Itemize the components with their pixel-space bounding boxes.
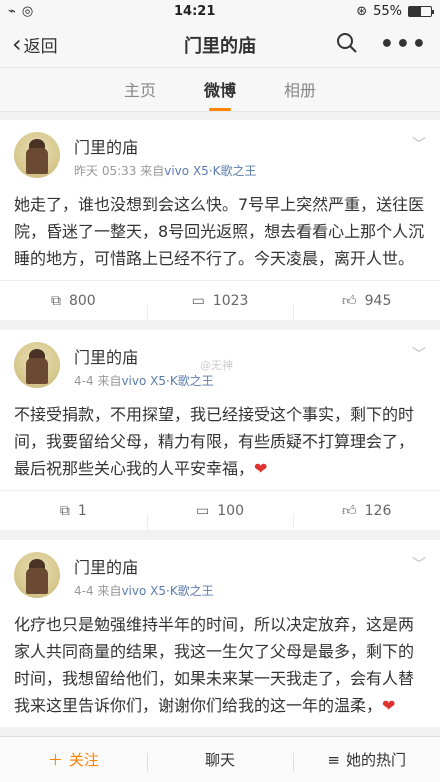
author-name[interactable]: 门里的庙 <box>74 344 426 368</box>
author-name[interactable]: 门里的庙 <box>74 134 426 158</box>
chat-button[interactable]: 聊天 <box>146 749 294 771</box>
source-prefix: 来自 <box>97 584 122 598</box>
tab-album[interactable]: 相册 <box>284 77 316 111</box>
back-label: 返回 <box>23 37 58 57</box>
comment-button[interactable]: ▭ 100 <box>146 502 294 531</box>
post-card[interactable]: 门里的庙 昨天 05:33 来自vivo X5·K歌之王 ﹀ 她走了，谁也没想到… <box>0 120 440 321</box>
post-text-content: 不接受捐款，不用探望，我已经接受这个事实，剩下的时间，我要留给父母，精力有限，有… <box>14 405 415 478</box>
search-icon[interactable] <box>336 32 358 58</box>
hot-label: 她的热门 <box>345 751 406 769</box>
wifi-icon: ◎ <box>21 3 34 19</box>
feed: 门里的庙 昨天 05:33 来自vivo X5·K歌之王 ﹀ 她走了，谁也没想到… <box>0 112 440 727</box>
post-info: 4-4 来自vivo X5·K歌之王 <box>74 582 426 599</box>
post-text-content: 她走了，谁也没想到会这么快。7号早上突然严重，送往医院，昏迷了一整天，8号回光返… <box>14 195 425 268</box>
back-button[interactable]: ‹ 返回 <box>12 29 58 58</box>
like-count: 945 <box>364 292 392 309</box>
follow-label: 关注 <box>68 751 99 769</box>
comment-icon: ▭ <box>191 292 205 309</box>
post-source[interactable]: vivo X5·K歌之王 <box>164 164 256 178</box>
comment-button[interactable]: ▭ 1023 <box>146 292 294 321</box>
source-prefix: 来自 <box>97 374 122 388</box>
avatar[interactable] <box>14 552 60 598</box>
post-source[interactable]: vivo X5·K歌之王 <box>121 584 213 598</box>
post-time: 4-4 <box>74 374 94 388</box>
like-count: 126 <box>364 502 392 519</box>
post-text: 化疗也只是勉强维持半年的时间，所以决定放弃，这是两家人共同商量的结果，我这一生欠… <box>0 599 440 727</box>
watermark: @无神 <box>200 359 233 372</box>
post-text: 不接受捐款，不用探望，我已经接受这个事实，剩下的时间，我要留给父母，精力有限，有… <box>0 389 440 490</box>
post-time: 昨天 05:33 <box>74 164 137 178</box>
post-actions: ⧉ 1 ▭ 100 👍︎ 126 <box>0 490 440 531</box>
like-button[interactable]: 👍︎ 945 <box>293 292 440 320</box>
comment-count: 100 <box>217 502 244 519</box>
signal-icon: ⌁ <box>8 3 16 19</box>
battery-percent: 55% <box>373 3 402 19</box>
profile-tabs: 主页 微博 相册 <box>0 68 440 112</box>
post-info: 4-4 来自vivo X5·K歌之王 <box>74 372 426 389</box>
comment-icon: ▭ <box>196 502 210 519</box>
tab-home[interactable]: 主页 <box>124 77 156 111</box>
source-prefix: 来自 <box>140 164 165 178</box>
repost-button[interactable]: ⧉ 1 <box>0 503 147 519</box>
bottom-bar: ＋ 关注 聊天 ≡ 她的热门 <box>0 736 440 782</box>
chevron-left-icon: ‹ <box>12 29 22 58</box>
chevron-down-icon[interactable]: ﹀ <box>412 344 426 364</box>
repost-count: 800 <box>68 292 96 309</box>
chevron-down-icon[interactable]: ﹀ <box>412 554 426 574</box>
like-button[interactable]: 👍︎ 126 <box>293 502 440 530</box>
post-text-content: 化疗也只是勉强维持半年的时间，所以决定放弃，这是两家人共同商量的结果，我这一生欠… <box>14 615 415 715</box>
thumbs-up-icon: 👍︎ <box>341 293 357 309</box>
post-text: 她走了，谁也没想到会这么快。7号早上突然严重，送往医院，昏迷了一整天，8号回光返… <box>0 179 440 280</box>
chat-label: 聊天 <box>205 751 236 769</box>
navbar: ‹ 返回 门里的庙 ••• <box>0 22 440 68</box>
thumbs-up-icon: 👍︎ <box>341 503 357 519</box>
chevron-down-icon[interactable]: ﹀ <box>412 134 426 154</box>
repost-button[interactable]: ⧉ 800 <box>0 293 147 309</box>
repost-count: 1 <box>77 502 87 519</box>
battery-icon <box>408 5 434 17</box>
status-time: 14:21 <box>173 3 216 19</box>
comment-count: 1023 <box>212 292 249 309</box>
status-right: ⊛ 55% <box>356 3 434 19</box>
post-card[interactable]: 门里的庙 4-4 来自vivo X5·K歌之王 ﹀ 化疗也只是勉强维持半年的时间… <box>0 540 440 727</box>
follow-button[interactable]: ＋ 关注 <box>0 749 147 770</box>
status-bar: ⌁ ◎ 14:21 ⊛ 55% <box>0 0 440 22</box>
post-info: 昨天 05:33 来自vivo X5·K歌之王 <box>74 162 426 179</box>
post-source[interactable]: vivo X5·K歌之王 <box>121 374 213 388</box>
avatar[interactable] <box>14 342 60 388</box>
repost-icon: ⧉ <box>50 292 61 309</box>
plus-icon: ＋ <box>47 751 63 769</box>
list-icon: ≡ <box>327 750 340 769</box>
rotation-lock-icon: ⊛ <box>356 3 368 19</box>
hot-posts-button[interactable]: ≡ 她的热门 <box>293 749 440 771</box>
status-left: ⌁ ◎ <box>8 4 33 19</box>
heart-emoji-icon: ❤ <box>382 696 396 715</box>
tab-weibo[interactable]: 微博 <box>204 77 236 111</box>
author-name[interactable]: 门里的庙 <box>74 554 426 578</box>
avatar[interactable] <box>14 132 60 178</box>
repost-icon: ⧉ <box>59 502 70 519</box>
post-time: 4-4 <box>74 584 94 598</box>
more-icon[interactable]: ••• <box>380 32 428 57</box>
heart-emoji-icon: ❤ <box>254 459 268 478</box>
post-actions: ⧉ 800 ▭ 1023 👍︎ 945 <box>0 280 440 321</box>
